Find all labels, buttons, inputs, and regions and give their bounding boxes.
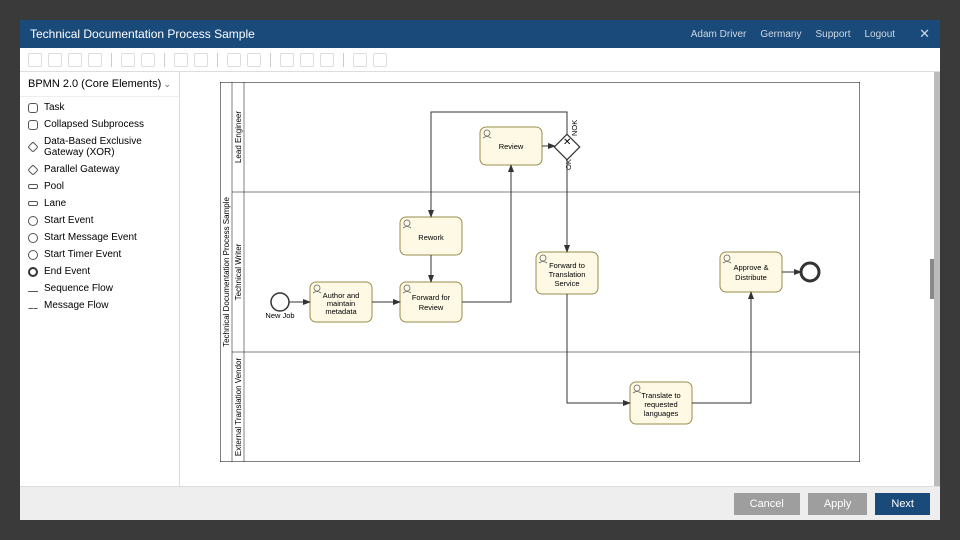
user-link[interactable]: Adam Driver xyxy=(691,29,747,40)
palette: BPMN 2.0 (Core Elements) ⌄ Task Collapse… xyxy=(20,72,180,486)
tool-redo-icon[interactable] xyxy=(141,53,155,67)
svg-text:Forward for: Forward for xyxy=(412,293,451,302)
palette-item-parallel-gateway[interactable]: Parallel Gateway xyxy=(20,161,179,178)
next-button[interactable]: Next xyxy=(875,493,930,515)
bpmn-diagram: Technical Documentation Process Sample L… xyxy=(220,82,860,462)
gateway-nok-label: NOK xyxy=(570,120,579,136)
lane-label-1: Technical Writer xyxy=(234,243,243,300)
palette-item-subprocess[interactable]: Collapsed Subprocess xyxy=(20,116,179,133)
xor-gateway-icon xyxy=(27,141,38,152)
palette-item-sequence-flow[interactable]: Sequence Flow xyxy=(20,280,179,297)
end-event-icon xyxy=(28,267,38,277)
svg-text:metadata: metadata xyxy=(325,307,357,316)
lane-icon xyxy=(28,201,38,206)
app-frame: Technical Documentation Process Sample A… xyxy=(20,20,940,520)
subprocess-icon xyxy=(28,120,38,130)
palette-item-start-timer-event[interactable]: Start Timer Event xyxy=(20,246,179,263)
cancel-button[interactable]: Cancel xyxy=(734,493,800,515)
svg-text:Translation: Translation xyxy=(549,270,586,279)
task-forward-review[interactable]: Forward for Review xyxy=(400,282,462,322)
lane-label-0: Lead Engineer xyxy=(234,111,243,163)
close-icon[interactable]: ✕ xyxy=(919,26,930,42)
palette-item-start-message-event[interactable]: Start Message Event xyxy=(20,229,179,246)
tool-export-icon[interactable] xyxy=(353,53,367,67)
tool-settings-icon[interactable] xyxy=(373,53,387,67)
region-link[interactable]: Germany xyxy=(760,29,801,40)
start-timer-event-icon xyxy=(28,250,38,260)
palette-item-end-event[interactable]: End Event xyxy=(20,263,179,280)
task-author[interactable]: Author and maintain metadata xyxy=(310,282,372,322)
tool-copy-icon[interactable] xyxy=(48,53,62,67)
apply-button[interactable]: Apply xyxy=(808,493,868,515)
palette-item-task[interactable]: Task xyxy=(20,99,179,116)
svg-text:Approve &: Approve & xyxy=(733,263,768,272)
start-event[interactable] xyxy=(271,293,289,311)
tool-cut-icon[interactable] xyxy=(28,53,42,67)
start-event-icon xyxy=(28,216,38,226)
tool-layout1-icon[interactable] xyxy=(227,53,241,67)
header-links: Adam Driver Germany Support Logout ✕ xyxy=(691,26,930,42)
tool-zoom100-icon[interactable] xyxy=(300,53,314,67)
tool-grid-icon[interactable] xyxy=(320,53,334,67)
svg-text:Forward to: Forward to xyxy=(549,261,585,270)
flow-vendor-approve[interactable] xyxy=(692,292,751,403)
start-event-label: New Job xyxy=(265,311,294,320)
main-area: BPMN 2.0 (Core Elements) ⌄ Task Collapse… xyxy=(20,72,940,486)
task-rework[interactable]: Rework xyxy=(400,217,462,255)
message-flow-icon xyxy=(28,308,38,309)
support-link[interactable]: Support xyxy=(815,29,850,40)
svg-text:Review: Review xyxy=(499,142,524,151)
tool-zoomfit-icon[interactable] xyxy=(280,53,294,67)
sequence-flow-icon xyxy=(28,291,38,292)
palette-title: BPMN 2.0 (Core Elements) xyxy=(28,78,161,90)
footer: Cancel Apply Next xyxy=(20,486,940,520)
svg-text:languages: languages xyxy=(644,409,679,418)
palette-item-pool[interactable]: Pool xyxy=(20,178,179,195)
tool-align-icon[interactable] xyxy=(174,53,188,67)
tool-paste-icon[interactable] xyxy=(68,53,82,67)
pool-label: Technical Documentation Process Sample xyxy=(222,197,231,347)
tool-layout2-icon[interactable] xyxy=(247,53,261,67)
start-message-event-icon xyxy=(28,233,38,243)
page-title: Technical Documentation Process Sample xyxy=(30,27,691,41)
svg-text:✕: ✕ xyxy=(563,137,571,148)
lane-label-2: External Translation Vendor xyxy=(234,358,243,457)
xor-gateway[interactable]: ✕ xyxy=(554,134,579,159)
svg-text:Translate to: Translate to xyxy=(641,391,680,400)
svg-text:Rework: Rework xyxy=(418,233,444,242)
logout-link[interactable]: Logout xyxy=(865,29,896,40)
svg-text:requested: requested xyxy=(644,400,677,409)
flow-forward-review[interactable] xyxy=(462,165,511,302)
canvas-scrollbar[interactable] xyxy=(934,72,940,486)
task-icon xyxy=(28,103,38,113)
header-bar: Technical Documentation Process Sample A… xyxy=(20,20,940,48)
parallel-gateway-icon xyxy=(27,164,38,175)
task-approve[interactable]: Approve & Distribute xyxy=(720,252,782,292)
tool-undo-icon[interactable] xyxy=(121,53,135,67)
toolbar xyxy=(20,48,940,72)
palette-item-xor-gateway[interactable]: Data-Based Exclusive Gateway (XOR) xyxy=(20,133,179,161)
svg-text:Review: Review xyxy=(419,303,444,312)
palette-selector[interactable]: BPMN 2.0 (Core Elements) ⌄ xyxy=(20,72,179,97)
end-event[interactable] xyxy=(801,263,819,281)
palette-item-start-event[interactable]: Start Event xyxy=(20,212,179,229)
tool-delete-icon[interactable] xyxy=(88,53,102,67)
palette-items: Task Collapsed Subprocess Data-Based Exc… xyxy=(20,97,179,316)
task-review[interactable]: Review xyxy=(480,127,542,165)
chevron-down-icon: ⌄ xyxy=(163,79,171,90)
flow-translation-vendor[interactable] xyxy=(567,294,630,403)
task-translate[interactable]: Translate to requested languages xyxy=(630,382,692,424)
pool-icon xyxy=(28,184,38,189)
diagram-canvas[interactable]: Technical Documentation Process Sample L… xyxy=(180,72,940,486)
task-forward-translation[interactable]: Forward to Translation Service xyxy=(536,252,598,294)
svg-text:Service: Service xyxy=(554,279,579,288)
tool-distribute-icon[interactable] xyxy=(194,53,208,67)
palette-item-lane[interactable]: Lane xyxy=(20,195,179,212)
palette-item-message-flow[interactable]: Message Flow xyxy=(20,297,179,314)
svg-text:Distribute: Distribute xyxy=(735,273,767,282)
gateway-ok-label: OK xyxy=(564,159,573,170)
